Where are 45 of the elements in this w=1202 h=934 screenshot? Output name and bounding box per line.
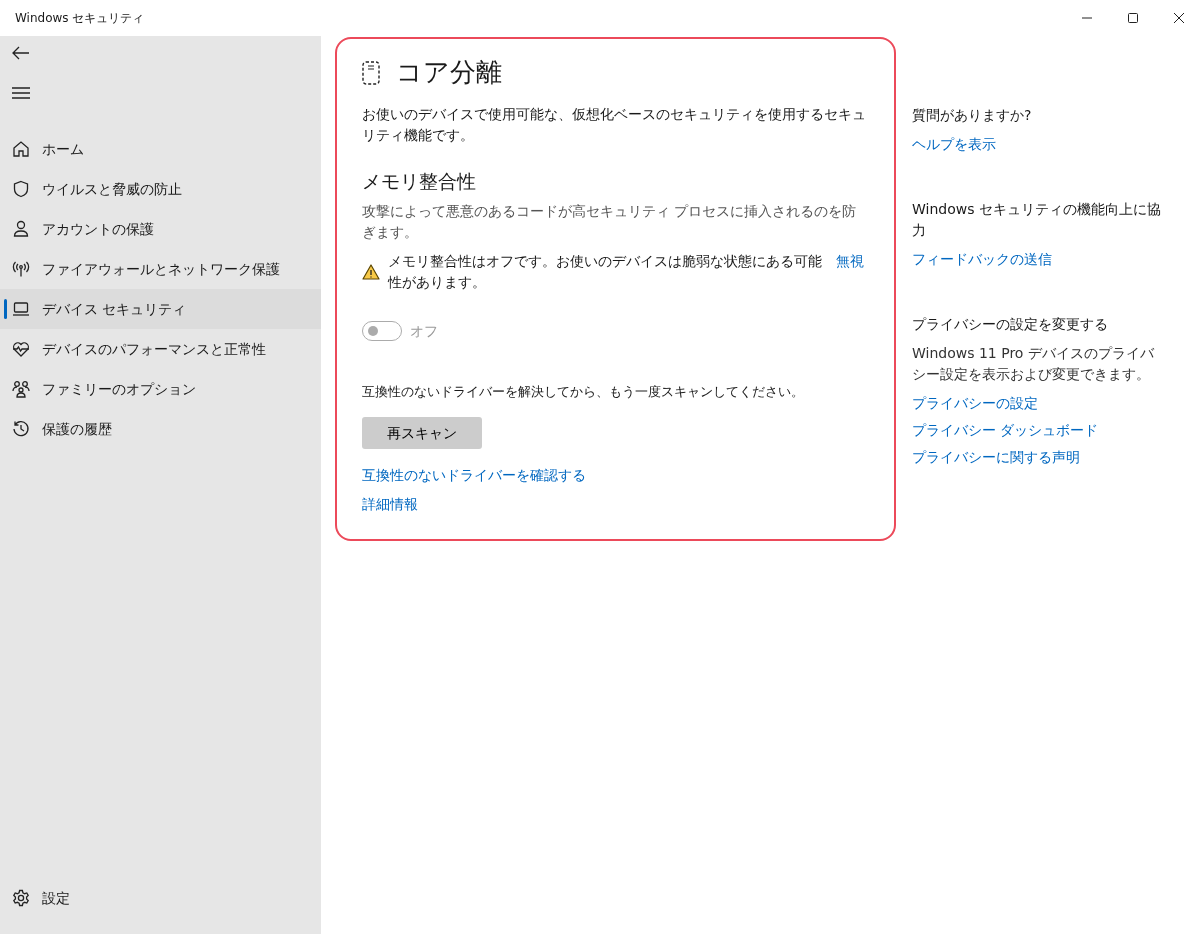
history-icon bbox=[12, 420, 30, 438]
sidebar-item[interactable]: ホーム bbox=[0, 129, 321, 169]
aside-link[interactable]: ヘルプを表示 bbox=[912, 134, 996, 155]
sidebar-item[interactable]: 保護の履歴 bbox=[0, 409, 321, 449]
page-description: お使いのデバイスで使用可能な、仮想化ベースのセキュリティを使用するセキュリティ機能です。 bbox=[362, 105, 867, 146]
window-title: Windows セキュリティ bbox=[15, 10, 146, 27]
aside-heading: プライバシーの設定を変更する bbox=[912, 315, 1109, 334]
laptop-icon bbox=[12, 300, 30, 318]
core-isolation-icon bbox=[362, 60, 380, 85]
aside-link[interactable]: プライバシー ダッシュボード bbox=[912, 420, 1099, 441]
sidebar-item[interactable]: アカウントの保護 bbox=[0, 209, 321, 249]
family-icon bbox=[12, 380, 30, 398]
sidebar-item[interactable]: デバイス セキュリティ bbox=[0, 289, 321, 329]
sidebar-item[interactable]: ファイアウォールとネットワーク保護 bbox=[0, 249, 321, 289]
aside-link[interactable]: プライバシーの設定 bbox=[912, 393, 1038, 414]
aside-heading: Windows セキュリティの機能向上に協力 bbox=[912, 200, 1162, 240]
page-title: コア分離 bbox=[396, 57, 502, 89]
dismiss-link[interactable]: 無視 bbox=[836, 251, 864, 272]
aside-text: Windows 11 Pro デバイスのプライバシー設定を表示および変更できます。 bbox=[912, 344, 1155, 384]
menu-icon bbox=[12, 87, 30, 99]
info-link[interactable]: 詳細情報 bbox=[362, 494, 418, 516]
sidebar-item[interactable]: ファミリーのオプション bbox=[0, 369, 321, 409]
section-heading: メモリ整合性 bbox=[362, 170, 477, 193]
aside-link[interactable]: フィードバックの送信 bbox=[912, 249, 1052, 270]
warning-message: メモリ整合性はオフです。お使いのデバイスは脆弱な状態にある可能性があります。 bbox=[388, 252, 823, 292]
maximize-icon bbox=[1128, 13, 1138, 23]
aside-link[interactable]: プライバシーに関する声明 bbox=[912, 447, 1080, 468]
section-description: 攻撃によって悪意のあるコードが高セキュリティ プロセスに挿入されるのを防ぎます。 bbox=[362, 202, 858, 242]
aside-heading: 質問がありますか? bbox=[912, 106, 1033, 125]
close-icon bbox=[1174, 13, 1184, 23]
info-link[interactable]: 互換性のないドライバーを確認する bbox=[362, 465, 586, 487]
back-arrow-icon bbox=[12, 46, 30, 60]
antenna-icon bbox=[12, 260, 30, 278]
home-icon bbox=[12, 140, 30, 158]
settings-icon bbox=[12, 889, 30, 907]
rescan-button[interactable]: 再スキャン bbox=[362, 417, 482, 450]
toggle-label: オフ bbox=[410, 322, 438, 341]
instruction-text: 互換性のないドライバーを解決してから、もう一度スキャンしてください。 bbox=[362, 383, 805, 401]
heart-pulse-icon bbox=[12, 340, 30, 358]
warning-icon bbox=[362, 264, 380, 280]
settings-nav-item[interactable]: 設定 bbox=[0, 878, 321, 918]
person-icon bbox=[12, 220, 30, 238]
sidebar-item[interactable]: デバイスのパフォーマンスと正常性 bbox=[0, 329, 321, 369]
sidebar-item[interactable]: ウイルスと脅威の防止 bbox=[0, 169, 321, 209]
shield-icon bbox=[12, 180, 30, 198]
